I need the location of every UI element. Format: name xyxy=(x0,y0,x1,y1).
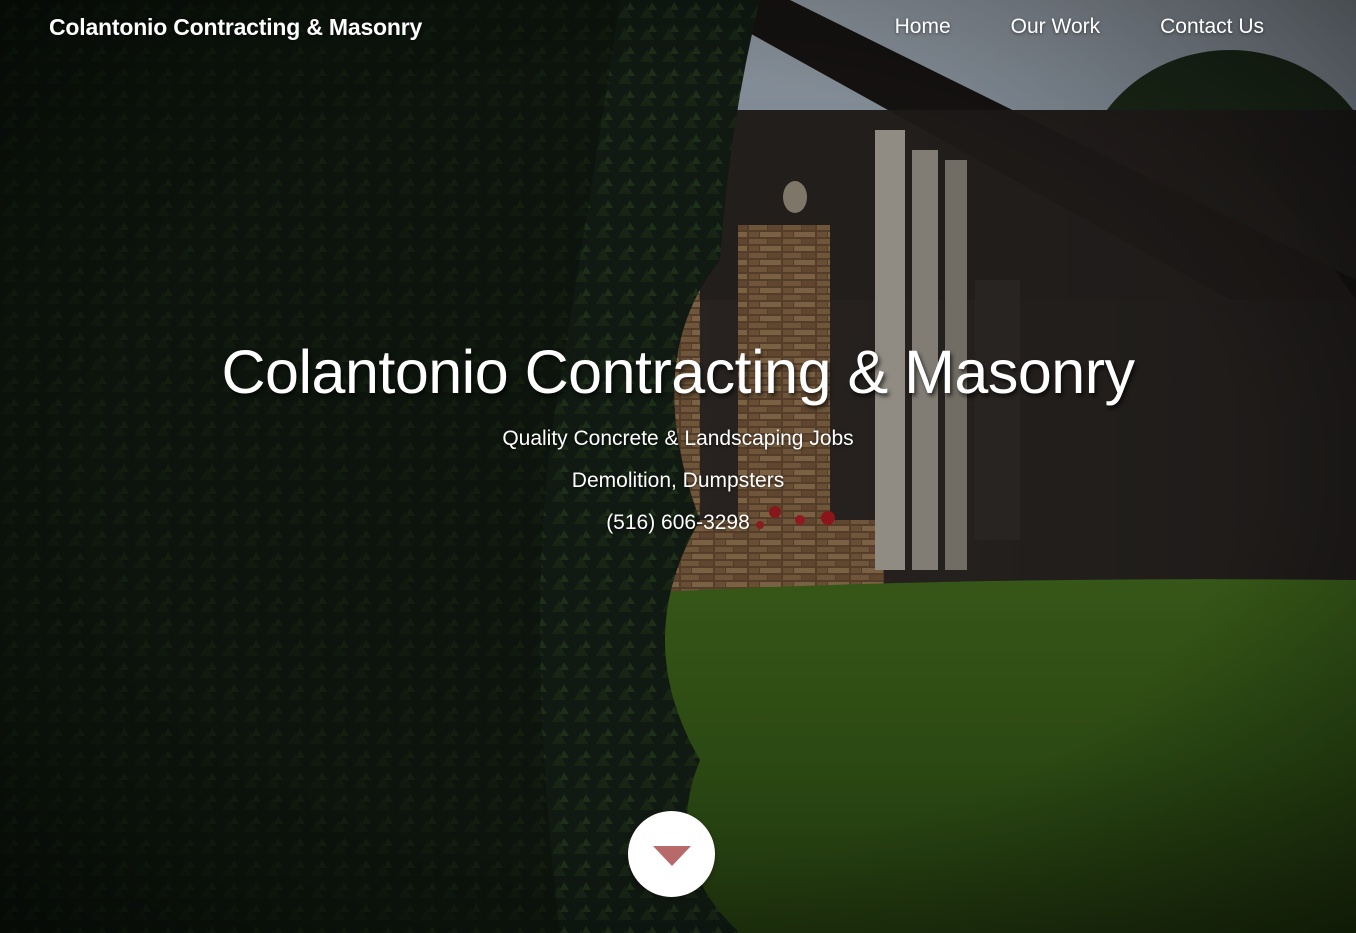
hero-content: Colantonio Contracting & Masonry Quality… xyxy=(0,332,1356,544)
hero-tagline: Quality Concrete & Landscaping Jobs xyxy=(502,427,854,450)
hero-section: Colantonio Contracting & Masonry Home Ou… xyxy=(0,0,1356,933)
hero-title: Colantonio Contracting & Masonry xyxy=(221,338,1135,406)
nav-link-home[interactable]: Home xyxy=(895,15,951,39)
caret-down-icon xyxy=(652,846,691,866)
nav-link-our-work[interactable]: Our Work xyxy=(1011,15,1100,39)
hero-phone: (516) 606-3298 xyxy=(606,511,750,534)
scroll-down-button[interactable] xyxy=(628,811,715,897)
main-nav: Home Our Work Contact Us xyxy=(835,15,1264,39)
top-navbar: Colantonio Contracting & Masonry Home Ou… xyxy=(0,0,1356,54)
hero-services: Demolition, Dumpsters xyxy=(571,469,785,492)
nav-link-contact-us[interactable]: Contact Us xyxy=(1160,15,1264,39)
brand-link[interactable]: Colantonio Contracting & Masonry xyxy=(49,14,422,41)
